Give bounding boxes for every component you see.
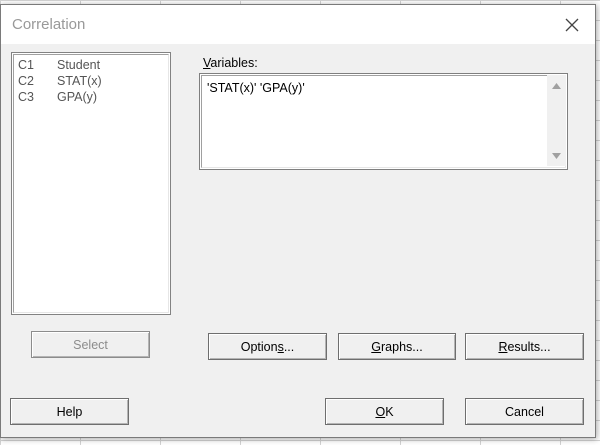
select-button[interactable]: Select	[31, 331, 150, 358]
variable-list[interactable]: C1 Student C2 STAT(x) C3 GPA(y)	[11, 52, 171, 315]
cancel-button[interactable]: Cancel	[465, 398, 584, 425]
variables-value: 'STAT(x)' 'GPA(y)'	[207, 81, 305, 95]
dialog-title: Correlation	[12, 16, 86, 33]
title-bar: Correlation	[1, 5, 595, 44]
column-name: GPA(y)	[57, 90, 98, 104]
column-id: C2	[18, 74, 34, 88]
variables-label: Variables:	[203, 56, 258, 70]
variables-field[interactable]: 'STAT(x)' 'GPA(y)'	[199, 73, 568, 170]
close-icon	[565, 18, 579, 32]
column-name: STAT(x)	[57, 74, 102, 88]
scroll-up-arrow-icon[interactable]	[547, 77, 566, 94]
ok-button[interactable]: OK	[325, 398, 444, 425]
column-id: C3	[18, 90, 34, 104]
column-name: Student	[57, 58, 101, 72]
scroll-down-arrow-icon[interactable]	[547, 147, 566, 164]
variables-scrollbar[interactable]	[547, 75, 566, 166]
column-id: C1	[18, 58, 34, 72]
close-button[interactable]	[559, 12, 585, 38]
results-button[interactable]: Results...	[465, 333, 584, 360]
help-button[interactable]: Help	[10, 398, 129, 425]
options-button[interactable]: Option s...	[208, 333, 327, 360]
graphs-button[interactable]: Graphs...	[338, 333, 456, 360]
correlation-dialog: Correlation C1 Student C2 STAT(x) C3 GPA…	[0, 4, 596, 438]
